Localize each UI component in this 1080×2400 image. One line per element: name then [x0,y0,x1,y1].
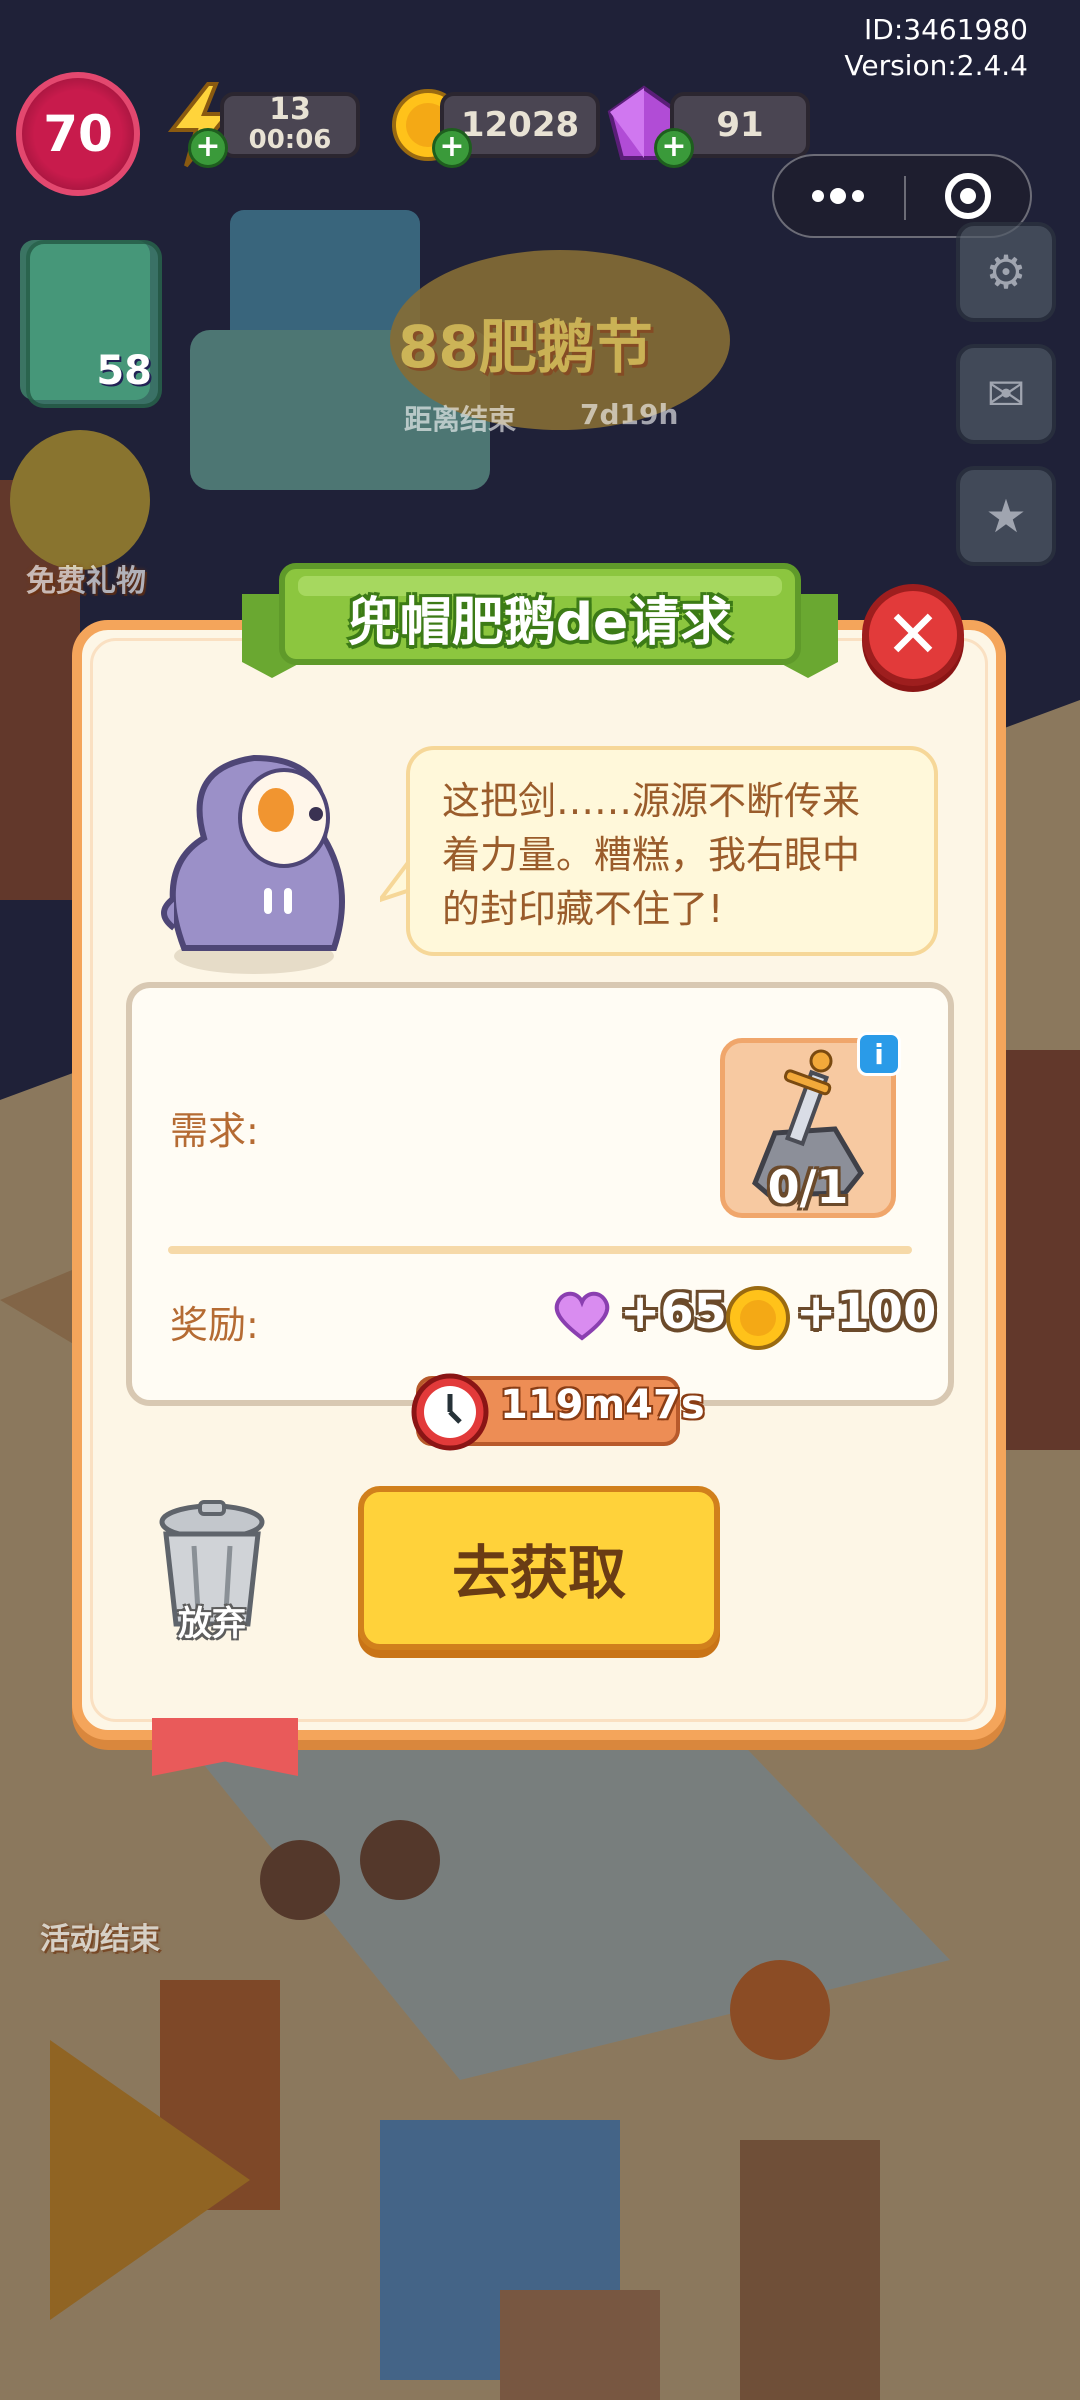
settings-button[interactable]: ⚙ [956,222,1056,322]
add-energy-icon[interactable]: + [188,128,228,168]
inventory-count: 58 [96,348,152,394]
coin-counter[interactable]: + 12028 [432,92,600,168]
go-get-button[interactable]: 去获取 [358,1486,720,1650]
reward-coin-icon [726,1286,790,1350]
clock-icon [411,1373,489,1451]
free-gift-label[interactable]: 免费礼物 [26,556,146,600]
add-gem-icon[interactable]: + [654,128,694,168]
star-medal-icon: ★ [985,489,1027,543]
more-menu-button[interactable] [774,156,902,236]
reward-label: 奖励: [170,1303,259,1347]
version-text: Version:2.4.4 [844,49,1028,82]
requirement-label: 需求: [170,1109,259,1153]
add-coin-icon[interactable]: + [432,128,472,168]
info-icon: i [874,1037,884,1071]
gear-icon: ⚙ [985,245,1027,299]
gem-counter[interactable]: + 91 [654,92,810,168]
heart-icon [554,1291,610,1341]
event-countdown-label: 距离结束 [404,403,517,436]
more-dots-icon [812,188,864,204]
speech-line-2: 着力量。糟糕，我右眼中 [442,833,861,877]
gem-value: 91 [716,105,764,145]
go-get-label: 去获取 [451,1539,626,1607]
event-end-label[interactable]: 活动结束 [40,1914,160,1958]
item-info-button[interactable]: i [857,1032,901,1076]
speech-bubble: 这把剑……源源不断传来 着力量。糟糕，我右眼中 的封印藏不住了! [406,746,938,956]
event-countdown-value: 7d19h [580,398,679,431]
target-icon [945,173,991,219]
reward-heart-value: +65 [620,1284,728,1340]
achievement-button[interactable]: ★ [956,466,1056,566]
timer-value: 119m47s [500,1382,705,1428]
energy-counter[interactable]: + 13 00:06 [188,92,360,168]
inventory-button[interactable]: 58 [26,240,162,408]
event-title[interactable]: 88肥鹅节 [398,300,653,384]
mail-button[interactable]: ✉ [956,344,1056,444]
level-badge[interactable]: 70 [16,72,140,196]
item-progress: 0/1 [767,1160,849,1214]
player-id: ID:3461980 [864,13,1028,46]
close-button[interactable]: ✕ [862,584,964,686]
speech-line-3: 的封印藏不住了! [442,887,724,931]
hooded-goose-character [161,754,345,974]
speech-line-1: 这把剑……源源不断传来 [442,779,861,823]
energy-timer: 00:06 [248,125,332,155]
abandon-label[interactable]: 放弃 [146,1596,278,1645]
coin-value: 12028 [460,105,580,145]
card-divider [168,1246,912,1254]
dialog-title: 兜帽肥鹅de请求 [347,592,733,653]
energy-value: 13 [269,92,311,127]
close-icon: ✕ [885,596,941,673]
level-number: 70 [43,105,113,163]
id-version-block: ID:3461980 Version:2.4.4 [844,12,1028,84]
reward-coin-value: +100 [796,1284,937,1340]
mail-icon: ✉ [986,367,1026,421]
